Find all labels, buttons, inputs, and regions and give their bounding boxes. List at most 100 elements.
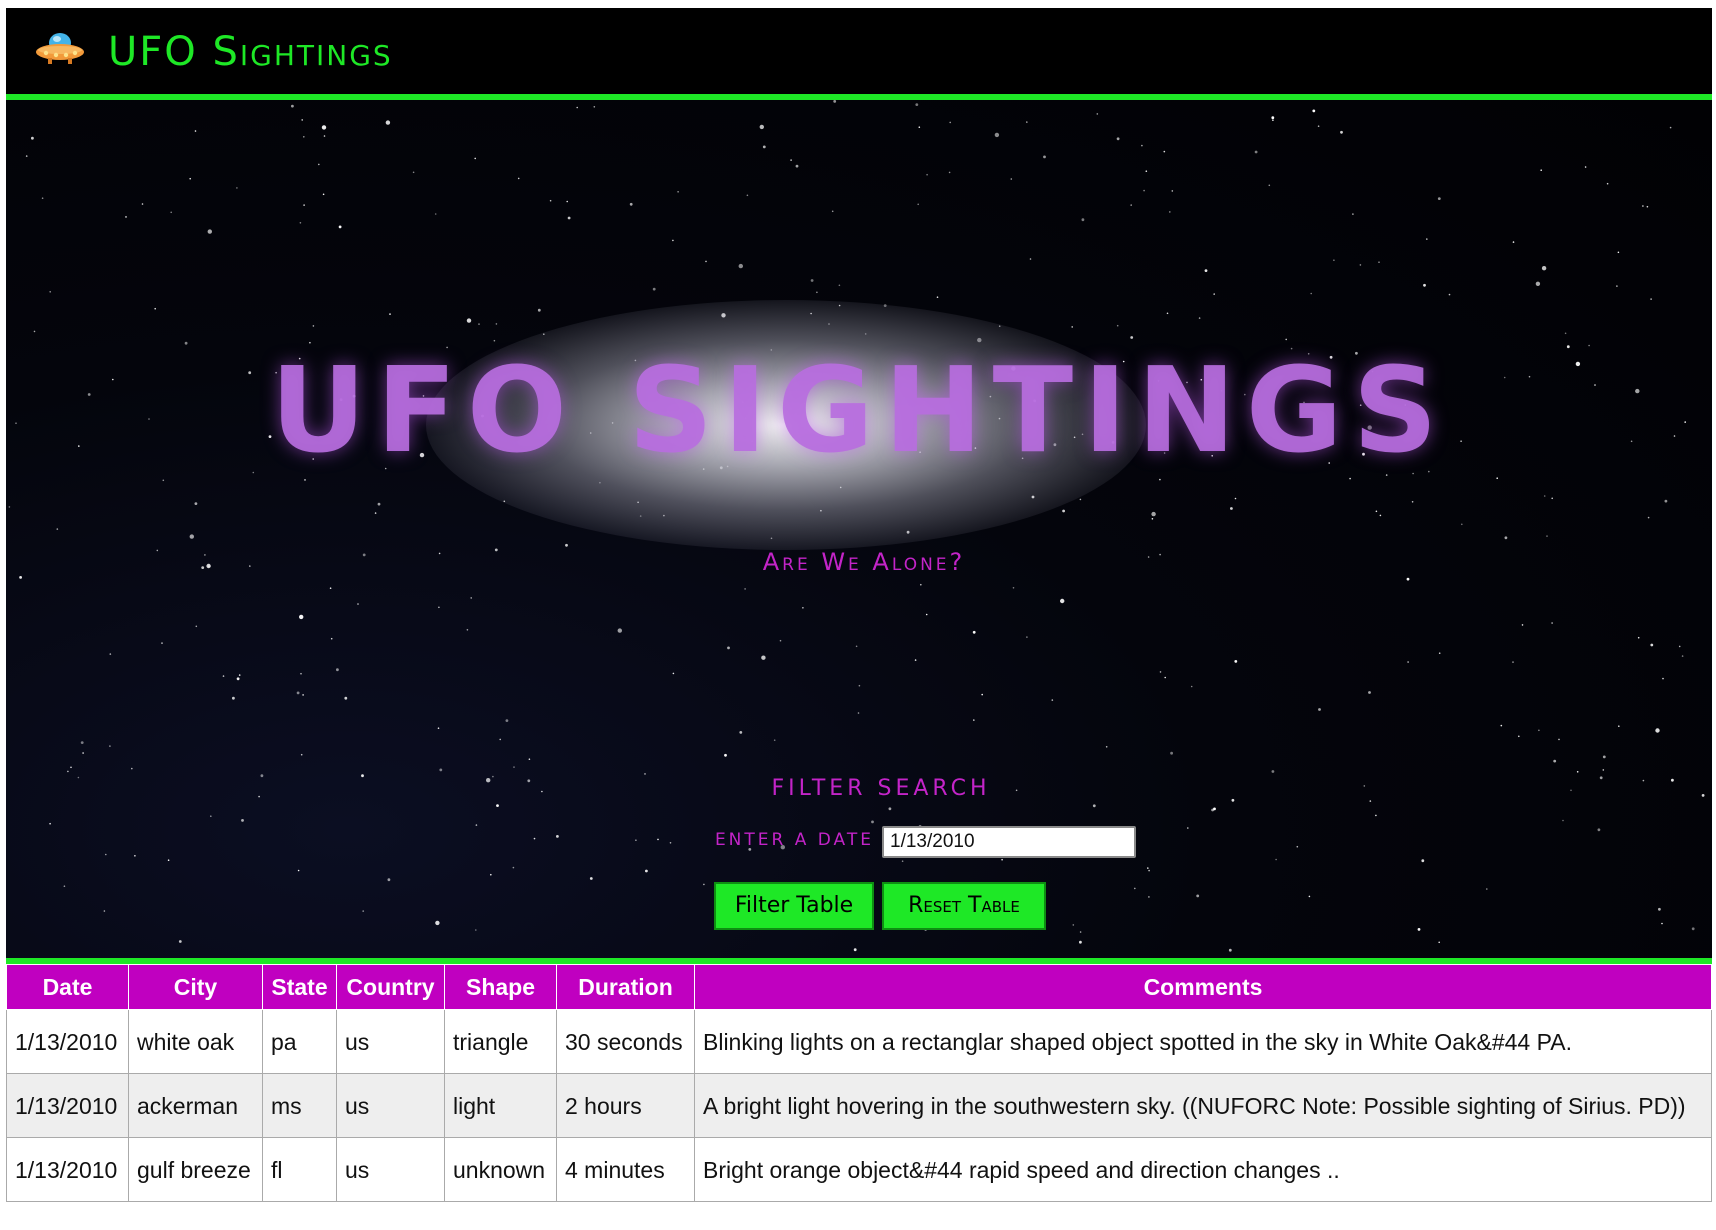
- filter-table-button[interactable]: Filter Table: [714, 882, 874, 930]
- column-header-country[interactable]: Country: [336, 964, 445, 1010]
- star: [994, 132, 1000, 138]
- star: [299, 222, 302, 224]
- star: [1691, 927, 1695, 931]
- star: [1271, 770, 1275, 773]
- star: [645, 869, 648, 873]
- cell-shape: light: [444, 1073, 557, 1138]
- hero-section: UFO SIGHTINGS Are We Alone? FILTER SEARC…: [6, 100, 1712, 958]
- star: [1060, 598, 1065, 604]
- star: [475, 824, 478, 826]
- navbar-title[interactable]: UFO Sightings: [108, 30, 393, 74]
- star: [1170, 751, 1173, 755]
- star: [1171, 190, 1174, 192]
- star: [677, 191, 679, 193]
- star: [1359, 264, 1362, 266]
- column-header-comments[interactable]: Comments: [694, 964, 1712, 1010]
- star: [1092, 804, 1096, 808]
- star: [336, 668, 339, 672]
- star: [323, 135, 326, 137]
- star: [1637, 636, 1640, 639]
- page: UFO Sightings UFO SIGHTINGS Are We Alone…: [6, 8, 1712, 1228]
- star: [512, 866, 515, 869]
- star: [178, 940, 182, 943]
- date-input[interactable]: 1/13/2010: [882, 826, 1136, 858]
- star: [948, 171, 951, 174]
- star: [210, 815, 212, 817]
- star: [19, 576, 22, 579]
- star: [1213, 293, 1215, 295]
- star: [154, 307, 156, 310]
- star: [739, 731, 743, 734]
- star: [833, 100, 837, 103]
- star: [241, 819, 244, 822]
- star: [853, 948, 857, 952]
- star: [914, 659, 917, 661]
- star: [1147, 867, 1149, 869]
- star: [1669, 126, 1672, 129]
- star: [49, 822, 51, 825]
- star: [300, 753, 303, 756]
- star: [1421, 859, 1425, 863]
- column-header-date[interactable]: Date: [6, 964, 129, 1010]
- cell-country: us: [336, 1009, 445, 1074]
- star: [1521, 624, 1524, 626]
- star: [1096, 113, 1099, 115]
- star: [549, 199, 552, 202]
- table-row: 1/13/2010 gulf breeze fl us unknown 4 mi…: [6, 1137, 1712, 1202]
- star: [672, 239, 674, 242]
- column-header-city[interactable]: City: [128, 964, 263, 1010]
- cell-state: fl: [262, 1137, 337, 1202]
- column-header-duration[interactable]: Duration: [556, 964, 695, 1010]
- star: [1169, 211, 1171, 213]
- column-header-shape[interactable]: Shape: [444, 964, 557, 1010]
- star: [56, 528, 59, 530]
- star: [80, 741, 84, 744]
- star: [1254, 150, 1258, 154]
- star: [1163, 150, 1166, 153]
- star: [1417, 928, 1421, 931]
- cell-comments: A bright light hovering in the southwest…: [694, 1073, 1712, 1138]
- star: [1234, 660, 1238, 663]
- star: [236, 677, 240, 681]
- star: [593, 106, 596, 108]
- star: [1010, 178, 1013, 180]
- star: [761, 655, 766, 660]
- star: [470, 597, 473, 599]
- cell-state: pa: [262, 1009, 337, 1074]
- star: [1234, 497, 1237, 500]
- star: [1518, 735, 1520, 738]
- star: [556, 835, 559, 838]
- star: [70, 766, 72, 769]
- column-header-state[interactable]: State: [262, 964, 337, 1010]
- reset-table-button[interactable]: Reset Table: [882, 882, 1046, 930]
- star: [533, 837, 536, 840]
- star: [1647, 516, 1650, 519]
- star: [1650, 298, 1652, 300]
- star: [103, 910, 106, 912]
- star: [972, 630, 976, 634]
- star: [1535, 281, 1541, 286]
- star: [1079, 498, 1082, 501]
- star: [1148, 869, 1150, 872]
- star: [1333, 259, 1335, 261]
- star: [321, 125, 327, 130]
- star: [1198, 317, 1201, 319]
- star: [496, 804, 499, 807]
- cell-comments: Blinking lights on a rectanglar shaped o…: [694, 1009, 1712, 1074]
- star: [779, 639, 782, 642]
- ufo-icon[interactable]: [34, 28, 86, 68]
- star: [949, 121, 951, 124]
- star: [505, 719, 509, 722]
- star: [816, 291, 818, 294]
- star: [738, 263, 743, 269]
- star: [387, 878, 391, 882]
- star: [167, 859, 170, 861]
- star: [724, 753, 727, 757]
- star: [1602, 755, 1606, 759]
- cell-city: white oak: [128, 1009, 263, 1074]
- star: [1541, 266, 1547, 271]
- cell-date: 1/13/2010: [6, 1073, 129, 1138]
- star: [300, 672, 302, 675]
- star: [1213, 807, 1216, 811]
- star: [109, 653, 112, 655]
